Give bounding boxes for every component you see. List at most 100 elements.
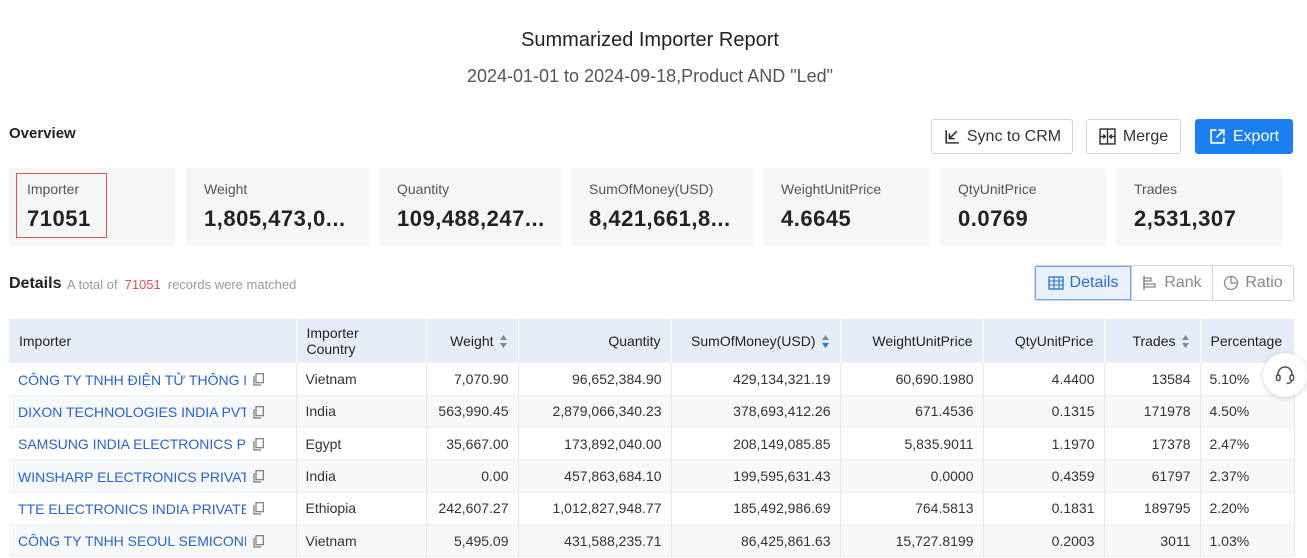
tab-rank[interactable]: Rank (1131, 266, 1212, 300)
copy-icon[interactable] (253, 534, 264, 548)
stat-card-weight: Weight 1,805,473,0... (186, 168, 369, 246)
pie-chart-icon (1224, 275, 1239, 291)
stat-card-trades: Trades 2,531,307 (1116, 168, 1282, 246)
trades-cell: 3011 (1104, 524, 1201, 558)
tab-ratio[interactable]: Ratio (1212, 266, 1293, 300)
weight-unit-price-cell: 60,690.1980 (840, 363, 984, 396)
percentage-cell: 2.20% (1200, 492, 1295, 525)
sort-icon[interactable] (1181, 334, 1190, 349)
sum-cell: 378,693,412.26 (671, 395, 841, 429)
sum-cell: 429,134,321.19 (671, 363, 841, 396)
rank-icon (1143, 276, 1156, 290)
importer-cell[interactable]: CÔNG TY TNHH ĐIỆN TỬ THÔNG MINH (9, 363, 297, 396)
quantity-cell: 96,652,384.90 (518, 363, 672, 396)
tab-rank-label: Rank (1164, 274, 1202, 291)
qty-unit-price-cell: 4.4400 (983, 363, 1105, 396)
details-heading: Details (9, 275, 62, 292)
copy-icon[interactable] (253, 437, 264, 451)
importer-cell[interactable]: WINSHARP ELECTRONICS PRIVATE LIMITED (9, 459, 297, 493)
stat-label: Quantity (397, 181, 450, 197)
table-row: WINSHARP ELECTRONICS PRIVATE LIMITED Ind… (9, 459, 1295, 493)
importer-name-link[interactable]: CÔNG TY TNHH SEOUL SEMICONDUCTOR (18, 533, 246, 549)
stat-value: 2,531,307 (1134, 206, 1237, 231)
stat-card-sum-of-money: SumOfMoney(USD) 8,421,661,8... (571, 168, 753, 246)
merge-icon (1099, 128, 1116, 145)
copy-icon[interactable] (253, 373, 264, 386)
sync-to-crm-label: Sync to CRM (966, 127, 1062, 145)
importer-cell[interactable]: DIXON TECHNOLOGIES INDIA PVT LTD (9, 395, 297, 429)
percentage-cell: 4.50% (1200, 395, 1295, 429)
report-title: Summarized Importer Report (521, 29, 779, 51)
importer-name-link[interactable]: CÔNG TY TNHH ĐIỆN TỬ THÔNG MINH (18, 372, 246, 388)
stat-label: QtyUnitPrice (958, 181, 1037, 197)
copy-icon[interactable] (253, 470, 264, 483)
sort-icon[interactable] (499, 334, 508, 349)
table-header-row: Importer Importer Country Weight Quantity… (9, 319, 1295, 363)
table-icon (1047, 276, 1064, 290)
importer-name-link[interactable]: SAMSUNG INDIA ELECTRONICS PVT LTD (18, 436, 246, 452)
importer-cell[interactable]: CÔNG TY TNHH SEOUL SEMICONDUCTOR (9, 524, 297, 558)
table-row: DIXON TECHNOLOGIES INDIA PVT LTD India 5… (9, 395, 1295, 429)
merge-button[interactable]: Merge (1086, 119, 1181, 154)
tab-details-label: Details (1069, 274, 1119, 291)
records-info-prefix: A total of (67, 277, 118, 292)
stat-value: 0.0769 (958, 206, 1029, 231)
export-icon (1210, 129, 1225, 144)
percentage-cell: 2.37% (1200, 459, 1295, 493)
view-tabs: Details Rank Ratio (1034, 265, 1294, 301)
header-importer-country: Importer Country (296, 319, 427, 363)
table-row: CÔNG TY TNHH ĐIỆN TỬ THÔNG MINH Vietnam … (9, 363, 1295, 396)
qty-unit-price-cell: 0.1831 (983, 492, 1105, 525)
export-label: Export (1232, 127, 1280, 145)
percentage-cell: 1.03% (1200, 524, 1295, 558)
header-quantity: Quantity (518, 319, 672, 363)
header-trades[interactable]: Trades (1104, 319, 1201, 363)
weight-cell: 5,495.09 (426, 524, 519, 558)
tab-details[interactable]: Details (1035, 266, 1131, 300)
importer-name-link[interactable]: DIXON TECHNOLOGIES INDIA PVT LTD (18, 404, 246, 420)
country-cell: Vietnam (296, 363, 427, 396)
weight-cell: 242,607.27 (426, 492, 519, 525)
importer-name-link[interactable]: TTE ELECTRONICS INDIA PRIVATE LIMITED (18, 501, 246, 517)
header-country-line1: Importer (306, 325, 359, 341)
weight-unit-price-cell: 15,727.8199 (840, 524, 984, 558)
weight-cell: 35,667.00 (426, 427, 519, 461)
customer-support-button[interactable] (1263, 353, 1307, 397)
header-weight[interactable]: Weight (426, 319, 519, 363)
header-sum-of-money[interactable]: SumOfMoney(USD) (671, 319, 841, 363)
stat-value: 8,421,661,8... (589, 206, 731, 231)
country-cell: India (296, 459, 427, 493)
importer-cell[interactable]: TTE ELECTRONICS INDIA PRIVATE LIMITED (9, 492, 297, 525)
stat-card-weight-unit-price: WeightUnitPrice 4.6645 (763, 168, 929, 246)
copy-icon[interactable] (253, 405, 264, 419)
stat-label: WeightUnitPrice (781, 181, 882, 197)
table-row: CÔNG TY TNHH SEOUL SEMICONDUCTOR Vietnam… (9, 524, 1295, 558)
importer-cell[interactable]: SAMSUNG INDIA ELECTRONICS PVT LTD (9, 427, 297, 461)
stat-card-qty-unit-price: QtyUnitPrice 0.0769 (940, 168, 1106, 246)
importer-table: Importer Importer Country Weight Quantity… (9, 319, 1295, 558)
sum-cell: 199,595,631.43 (671, 459, 841, 493)
weight-cell: 7,070.90 (426, 363, 519, 396)
headset-icon (1275, 366, 1295, 385)
copy-icon[interactable] (253, 502, 264, 516)
table-row: SAMSUNG INDIA ELECTRONICS PVT LTD Egypt … (9, 427, 1295, 461)
header-weight-label: Weight (450, 333, 494, 349)
merge-label: Merge (1122, 127, 1169, 145)
records-count: 71051 (124, 277, 161, 292)
weight-unit-price-cell: 764.5813 (840, 492, 984, 525)
trades-cell: 61797 (1104, 459, 1201, 493)
export-button[interactable]: Export (1195, 119, 1293, 154)
quantity-cell: 2,879,066,340.23 (518, 395, 672, 429)
sort-desc-icon[interactable] (821, 334, 830, 349)
importer-name-link[interactable]: WINSHARP ELECTRONICS PRIVATE LIMITED (18, 469, 246, 485)
qty-unit-price-cell: 0.4359 (983, 459, 1105, 493)
stat-value: 4.6645 (781, 206, 852, 231)
stat-label: Weight (204, 181, 248, 197)
report-subtitle: 2024-01-01 to 2024-09-18,Product AND "Le… (466, 66, 834, 86)
sync-to-crm-button[interactable]: Sync to CRM (931, 119, 1073, 154)
country-cell: Vietnam (296, 524, 427, 558)
overview-heading: Overview (9, 125, 76, 142)
trades-cell: 13584 (1104, 363, 1201, 396)
weight-cell: 0.00 (426, 459, 519, 493)
qty-unit-price-cell: 0.1315 (983, 395, 1105, 429)
